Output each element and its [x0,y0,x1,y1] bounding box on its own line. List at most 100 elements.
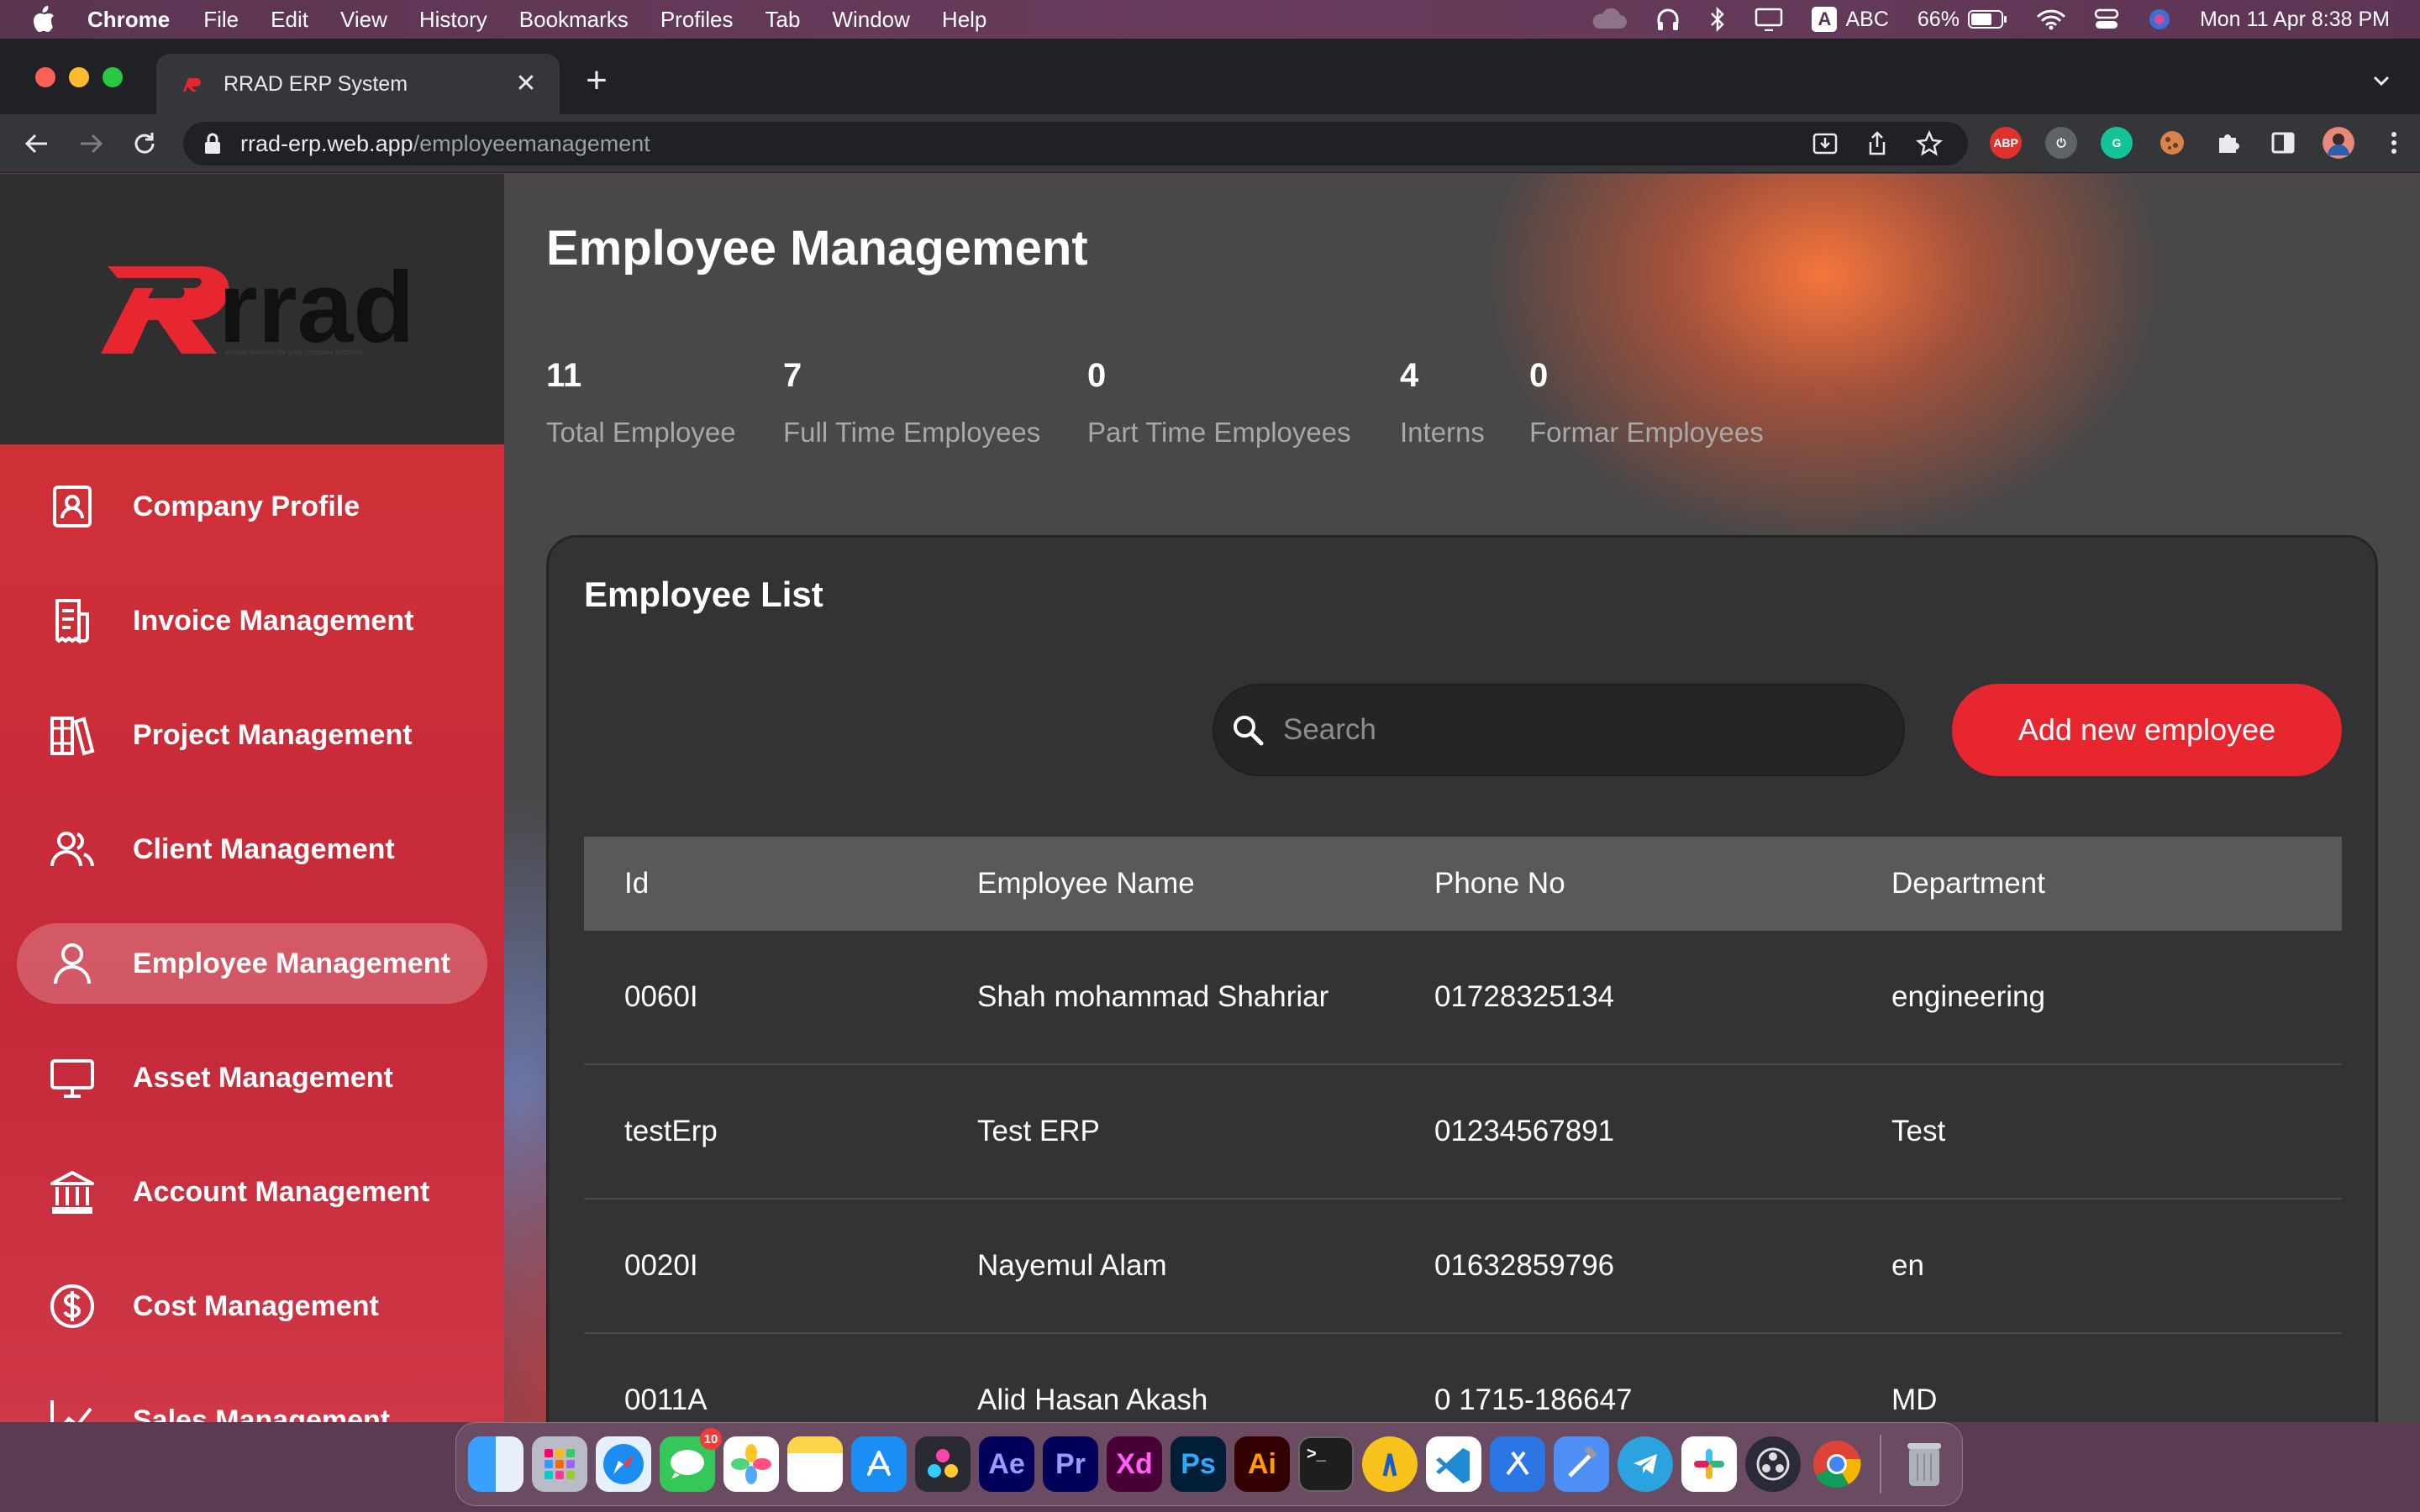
install-icon[interactable] [1812,130,1839,157]
puzzle-icon[interactable] [2212,127,2244,159]
menu-window[interactable]: Window [832,7,909,33]
slack-icon[interactable] [1681,1436,1737,1492]
illustrator-icon[interactable]: Ai [1234,1436,1290,1492]
new-tab-button[interactable]: + [580,62,613,99]
adblock-icon[interactable]: ABP [1990,127,2022,159]
xd-icon[interactable]: Xd [1107,1436,1162,1492]
cell-name: Nayemul Alam [977,1249,1167,1282]
rrad-logo[interactable]: rrad simple solution for your complex pr… [84,258,454,375]
search-input[interactable] [1283,713,1871,747]
app-store-icon[interactable] [851,1436,907,1492]
menu-view[interactable]: View [340,7,387,33]
kebab-icon[interactable] [2378,127,2410,159]
davinci-resolve-icon[interactable] [915,1436,971,1492]
apple-icon[interactable] [32,6,59,33]
grammarly-icon[interactable]: G [2101,127,2133,159]
obs-icon[interactable] [1745,1436,1801,1492]
sidebar-item-label: Sales Management [133,1404,391,1423]
battery-icon [1967,10,2007,29]
table-row[interactable]: testErp Test ERP 01234567891 Test [584,1065,2342,1200]
sidebar-item-cost-management[interactable]: Cost Management [17,1266,487,1347]
cookie-icon[interactable] [2156,127,2188,159]
display-icon[interactable] [1754,8,1783,31]
safari-icon[interactable] [596,1436,651,1492]
share-icon[interactable] [1864,130,1891,157]
menu-history[interactable]: History [419,7,487,33]
clock[interactable]: Mon 11 Apr 8:38 PM [2200,8,2390,32]
forward-icon[interactable] [76,129,106,159]
sidebar-item-client-management[interactable]: Client Management [17,809,487,890]
trash-icon[interactable] [1897,1436,1952,1492]
menu-help[interactable]: Help [942,7,986,33]
control-center-icon[interactable] [2094,8,2119,30]
logo-area: rrad simple solution for your complex pr… [0,174,504,444]
profile-avatar[interactable] [2323,127,2354,159]
telegram-icon[interactable] [1618,1436,1673,1492]
back-icon[interactable] [22,129,52,159]
tab-search-chevron-icon[interactable] [2368,67,2395,94]
wifi-icon[interactable] [2037,8,2065,30]
launchpad-icon[interactable] [532,1436,587,1492]
search-box[interactable] [1213,684,1905,776]
menu-app-name[interactable]: Chrome [87,7,170,33]
input-source[interactable]: A ABC [1812,7,1889,32]
headphones-icon[interactable] [1655,7,1681,32]
vscode-icon[interactable] [1426,1436,1481,1492]
sidebar-item-company-profile[interactable]: Company Profile [17,466,487,547]
reload-icon[interactable] [129,129,160,159]
sidebar-item-asset-management[interactable]: Asset Management [17,1037,487,1118]
window-zoom-button[interactable] [103,67,123,87]
address-bar[interactable]: rrad-erp.web.app/employeemanagement [183,122,1968,165]
premiere-pro-icon[interactable]: Pr [1043,1436,1098,1492]
bluetooth-icon[interactable] [1709,7,1726,32]
xcode-build-icon[interactable] [1554,1436,1609,1492]
sidebar-nav: Company Profile Invoice Management Proje… [0,444,504,1422]
sidebar-item-account-management[interactable]: Account Management [17,1152,487,1232]
menu-bookmarks[interactable]: Bookmarks [519,7,629,33]
browser-tabbar: RRAD ERP System ✕ + [0,39,2420,114]
table-row[interactable]: 0011A Alid Hasan Akash 0 1715-186647 MD [584,1334,2342,1422]
sidebar-item-invoice-management[interactable]: Invoice Management [17,580,487,661]
dollar-icon [50,1284,94,1328]
instruments-icon[interactable] [1362,1436,1418,1492]
sidebar-item-employee-management[interactable]: Employee Management [17,923,487,1004]
menu-profiles[interactable]: Profiles [660,7,734,33]
terminal-icon[interactable]: >_ [1298,1436,1354,1492]
after-effects-icon[interactable]: Ae [979,1436,1034,1492]
cloud-icon[interactable] [1590,8,1628,30]
browser-tab[interactable]: RRAD ERP System ✕ [156,54,560,114]
menu-file[interactable]: File [203,7,239,33]
sidebar-item-project-management[interactable]: Project Management [17,695,487,775]
window-close-button[interactable] [35,67,55,87]
bookmark-star-icon[interactable] [1916,130,1943,157]
stat-value: 4 [1400,357,1419,394]
photoshop-icon[interactable]: Ps [1171,1436,1226,1492]
messages-icon[interactable]: 10 [660,1428,722,1492]
menu-tab[interactable]: Tab [765,7,801,33]
xcode-icon[interactable] [1490,1436,1545,1492]
search-icon [1234,716,1264,746]
finder-icon[interactable] [468,1436,523,1492]
sidepanel-icon[interactable] [2267,127,2299,159]
add-employee-button[interactable]: Add new employee [1952,684,2342,776]
column-header-id[interactable]: Id [584,867,937,900]
column-header-name[interactable]: Employee Name [937,867,1394,900]
cell-name: Test ERP [977,1115,1100,1147]
chrome-icon[interactable] [1809,1436,1865,1492]
cell-id: testErp [624,1115,718,1147]
table-row[interactable]: 0020I Nayemul Alam 01632859796 en [584,1200,2342,1334]
window-minimize-button[interactable] [69,67,89,87]
table-row[interactable]: 0060I Shah mohammad Shahriar 01728325134… [584,931,2342,1065]
lock-icon[interactable] [203,133,222,155]
column-header-phone[interactable]: Phone No [1394,867,1851,900]
tab-close-icon[interactable]: ✕ [513,71,539,97]
battery-status[interactable]: 66% [1918,8,2008,32]
siri-icon[interactable] [2148,8,2171,31]
cell-phone: 0 1715-186647 [1434,1383,1633,1416]
power-icon[interactable]: ⏻ [2045,127,2077,159]
sidebar-item-sales-management[interactable]: Sales Management [17,1380,487,1422]
menu-edit[interactable]: Edit [271,7,308,33]
notes-icon[interactable] [787,1436,843,1492]
column-header-department[interactable]: Department [1851,867,2342,900]
photos-icon[interactable] [723,1436,779,1492]
